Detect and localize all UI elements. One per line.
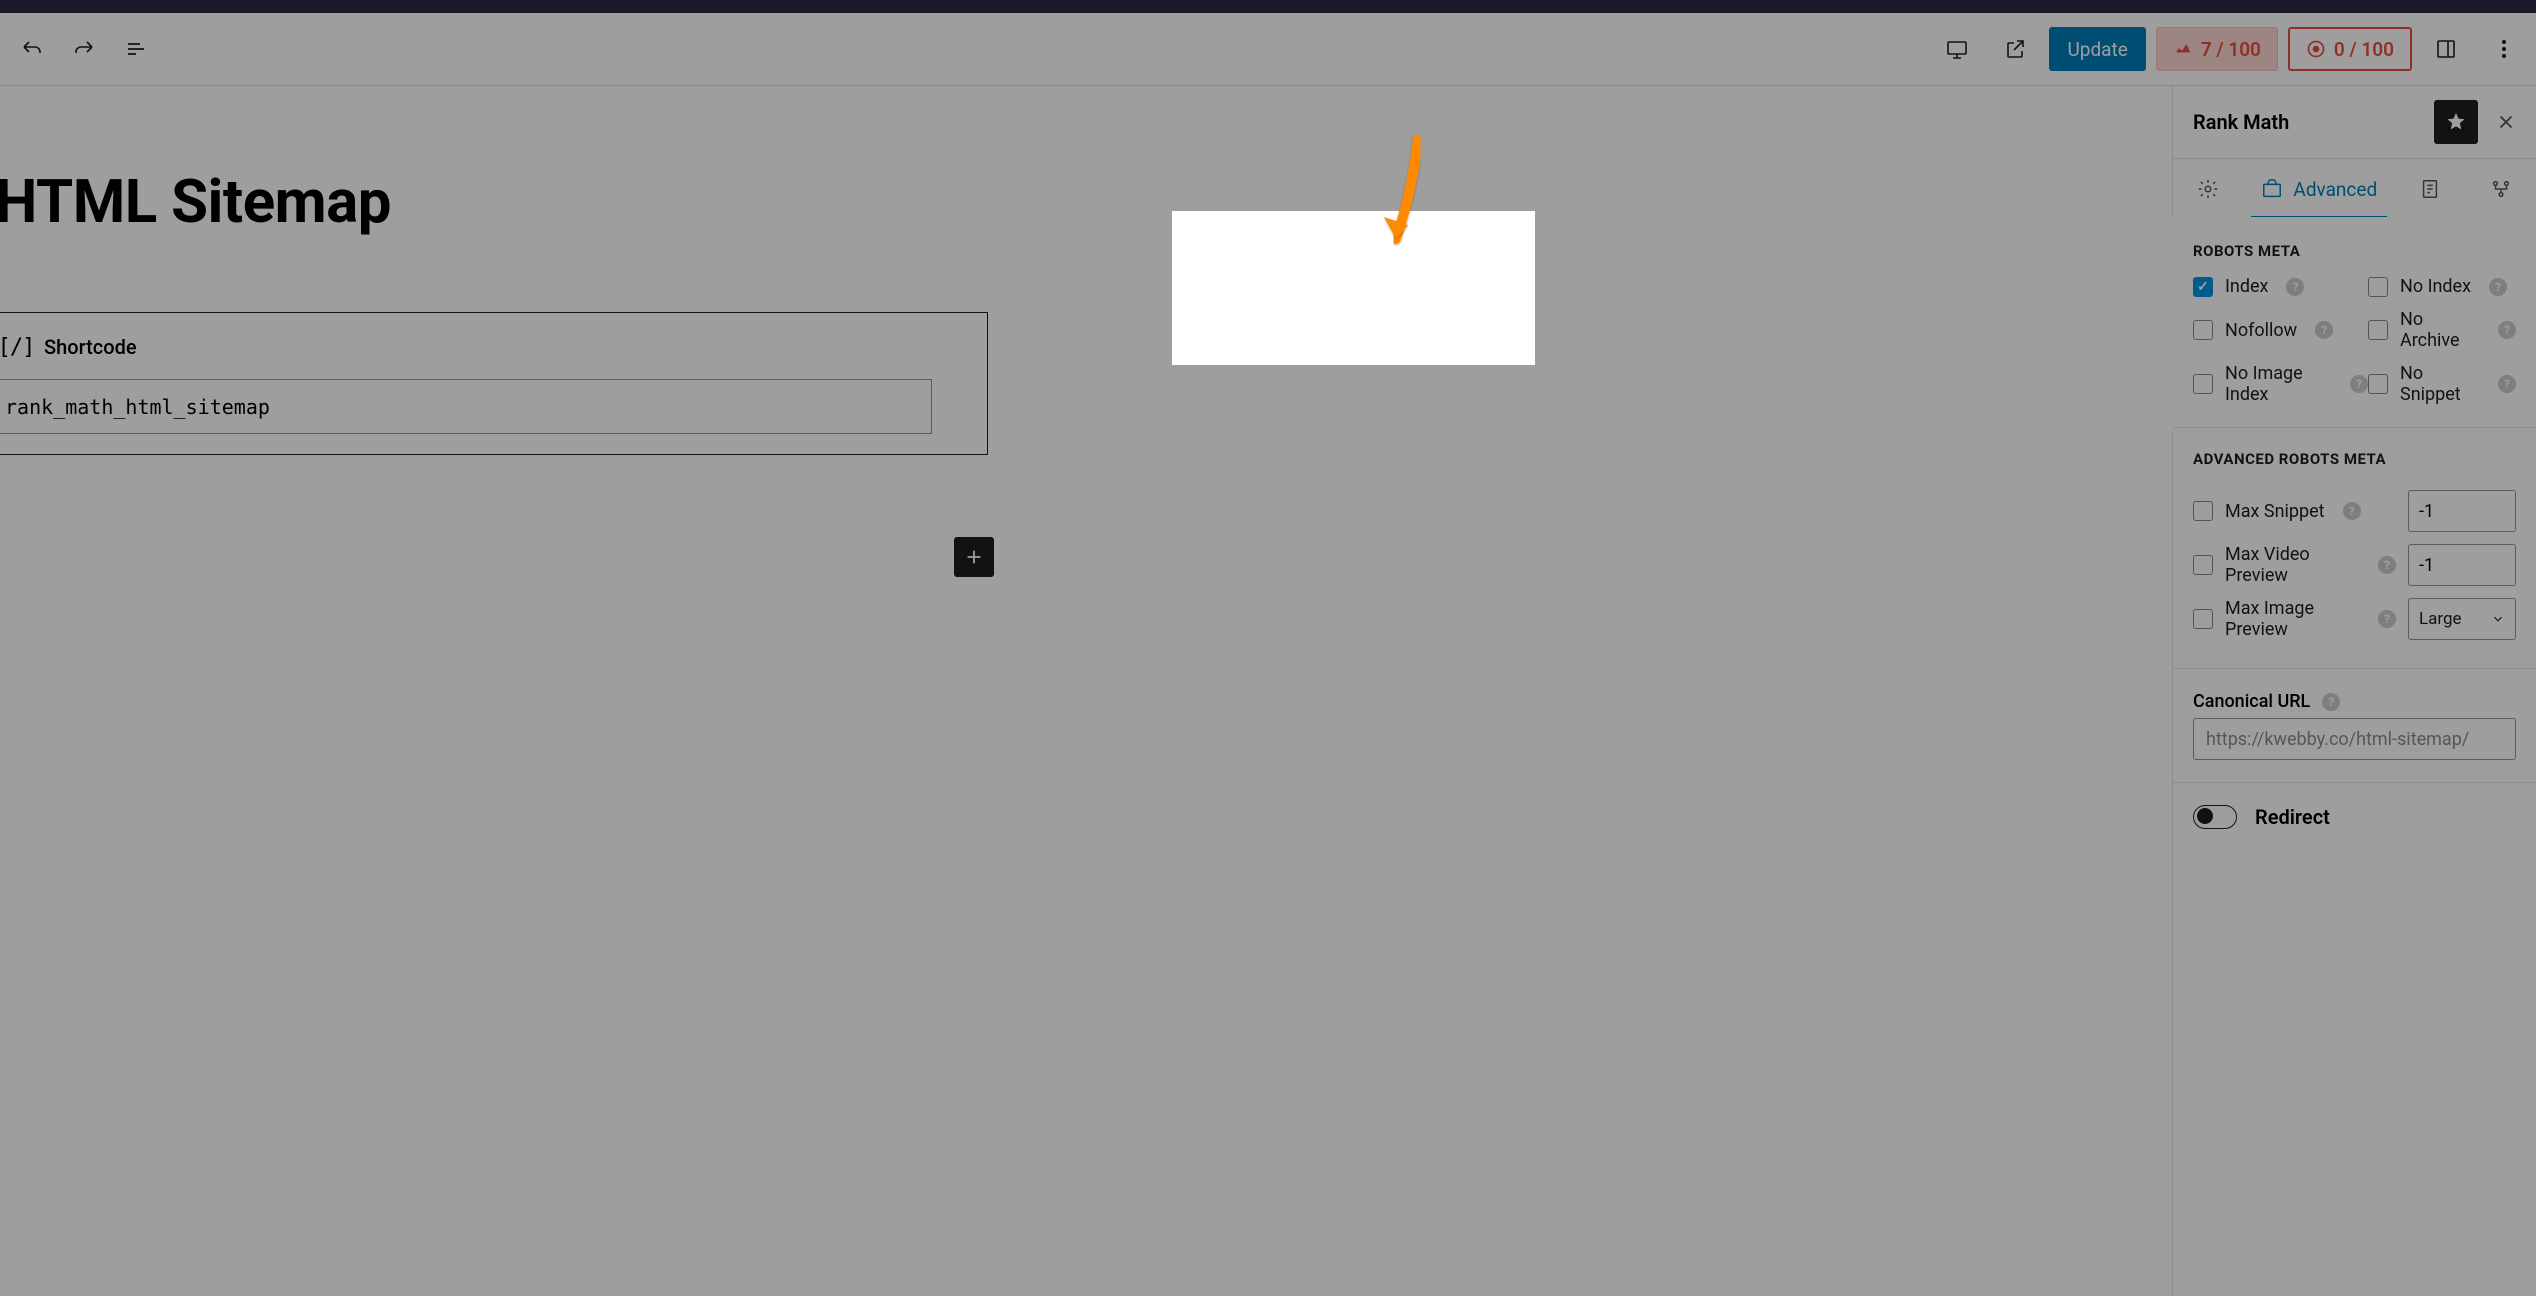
robots-meta-heading: ROBOTS META (2193, 242, 2516, 260)
tab-general[interactable] (2173, 159, 2243, 219)
add-block-button[interactable] (954, 537, 994, 577)
max-image-select-value: Large (2419, 609, 2462, 629)
tab-schema[interactable] (2395, 159, 2465, 219)
checkbox-icon (2193, 277, 2213, 297)
checkbox-icon[interactable] (2193, 555, 2213, 575)
canonical-url-input[interactable] (2193, 718, 2516, 760)
chk-nofollow-label: Nofollow (2225, 320, 2297, 341)
tab-advanced[interactable]: Advanced (2243, 159, 2395, 219)
options-menu-button[interactable] (2480, 25, 2528, 73)
max-image-select[interactable]: Large (2408, 598, 2516, 640)
help-icon[interactable]: ? (2489, 278, 2507, 296)
seo-score-badge-1[interactable]: 7 / 100 (2156, 27, 2278, 71)
shortcode-block[interactable]: [/] Shortcode (0, 312, 988, 455)
help-icon[interactable]: ? (2286, 278, 2304, 296)
max-snippet-label: Max Snippet (2225, 501, 2325, 522)
checkbox-icon (2368, 374, 2388, 394)
preview-desktop-button[interactable] (1933, 25, 1981, 73)
close-sidebar-button[interactable] (2486, 102, 2526, 142)
chk-no-index[interactable]: No Index ? (2368, 276, 2516, 297)
max-snippet-input[interactable] (2408, 490, 2516, 532)
checkbox-icon[interactable] (2193, 609, 2213, 629)
shortcode-icon: [/] (2, 333, 30, 361)
chk-no-image-index[interactable]: No Image Index ? (2193, 363, 2368, 405)
checkbox-icon (2193, 374, 2213, 394)
view-post-button[interactable] (1991, 25, 2039, 73)
undo-button[interactable] (8, 25, 56, 73)
pin-sidebar-button[interactable] (2434, 100, 2478, 144)
checkbox-icon[interactable] (2193, 501, 2213, 521)
chevron-down-icon (2491, 612, 2505, 626)
panel-advanced-robots: ADVANCED ROBOTS META Max Snippet ? Max V… (2173, 428, 2536, 669)
tab-social[interactable] (2466, 159, 2536, 219)
help-icon[interactable]: ? (2322, 693, 2340, 711)
redirect-toggle[interactable] (2193, 805, 2237, 829)
settings-sidebar-toggle[interactable] (2422, 25, 2470, 73)
sidebar-tabs: Advanced (2173, 158, 2536, 220)
redo-button[interactable] (60, 25, 108, 73)
page-title[interactable]: HTML Sitemap (0, 166, 2172, 237)
chk-index[interactable]: Index ? (2193, 276, 2368, 297)
document-overview-button[interactable] (112, 25, 160, 73)
editor-toolbar: Update 7 / 100 0 / 100 (0, 13, 2536, 86)
checkbox-icon (2368, 320, 2388, 340)
panel-redirect: Redirect (2173, 783, 2536, 851)
editor-canvas[interactable]: HTML Sitemap [/] Shortcode (0, 86, 2172, 1296)
max-video-label: Max Video Preview (2225, 544, 2360, 586)
panel-canonical-url: Canonical URL ? (2173, 669, 2536, 783)
redirect-label: Redirect (2255, 805, 2330, 829)
chk-no-archive[interactable]: No Archive ? (2368, 309, 2516, 351)
chk-no-index-label: No Index (2400, 276, 2471, 297)
shortcode-input[interactable] (0, 379, 932, 434)
chk-no-snippet[interactable]: No Snippet ? (2368, 363, 2516, 405)
seo-score-2-value: 0 / 100 (2334, 38, 2394, 61)
help-icon[interactable]: ? (2350, 375, 2368, 393)
tab-advanced-label: Advanced (2293, 178, 2377, 201)
chk-no-image-index-label: No Image Index (2225, 363, 2332, 405)
checkbox-icon (2193, 320, 2213, 340)
seo-score-badge-2[interactable]: 0 / 100 (2288, 27, 2412, 71)
help-icon[interactable]: ? (2498, 375, 2516, 393)
update-button[interactable]: Update (2049, 27, 2145, 71)
sidebar-title: Rank Math (2193, 110, 2434, 134)
chk-no-archive-label: No Archive (2400, 309, 2480, 351)
shortcode-block-label: Shortcode (44, 335, 137, 359)
chk-index-label: Index (2225, 276, 2268, 297)
advanced-robots-heading: ADVANCED ROBOTS META (2193, 450, 2516, 468)
checkbox-icon (2368, 277, 2388, 297)
seo-score-1-value: 7 / 100 (2201, 38, 2261, 61)
help-icon[interactable]: ? (2315, 321, 2333, 339)
max-video-input[interactable] (2408, 544, 2516, 586)
max-image-label: Max Image Preview (2225, 598, 2360, 640)
help-icon[interactable]: ? (2378, 556, 2396, 574)
help-icon[interactable]: ? (2498, 321, 2516, 339)
chk-nofollow[interactable]: Nofollow ? (2193, 309, 2368, 351)
help-icon[interactable]: ? (2378, 610, 2396, 628)
help-icon[interactable]: ? (2343, 502, 2361, 520)
rank-math-sidebar: Rank Math Advanced ROBOTS (2172, 86, 2536, 1296)
canonical-url-heading: Canonical URL (2193, 691, 2310, 712)
chk-no-snippet-label: No Snippet (2400, 363, 2480, 405)
browser-top-strip (0, 0, 2536, 13)
panel-robots-meta: ROBOTS META Index ? No Index ? Nofollow … (2173, 220, 2536, 428)
